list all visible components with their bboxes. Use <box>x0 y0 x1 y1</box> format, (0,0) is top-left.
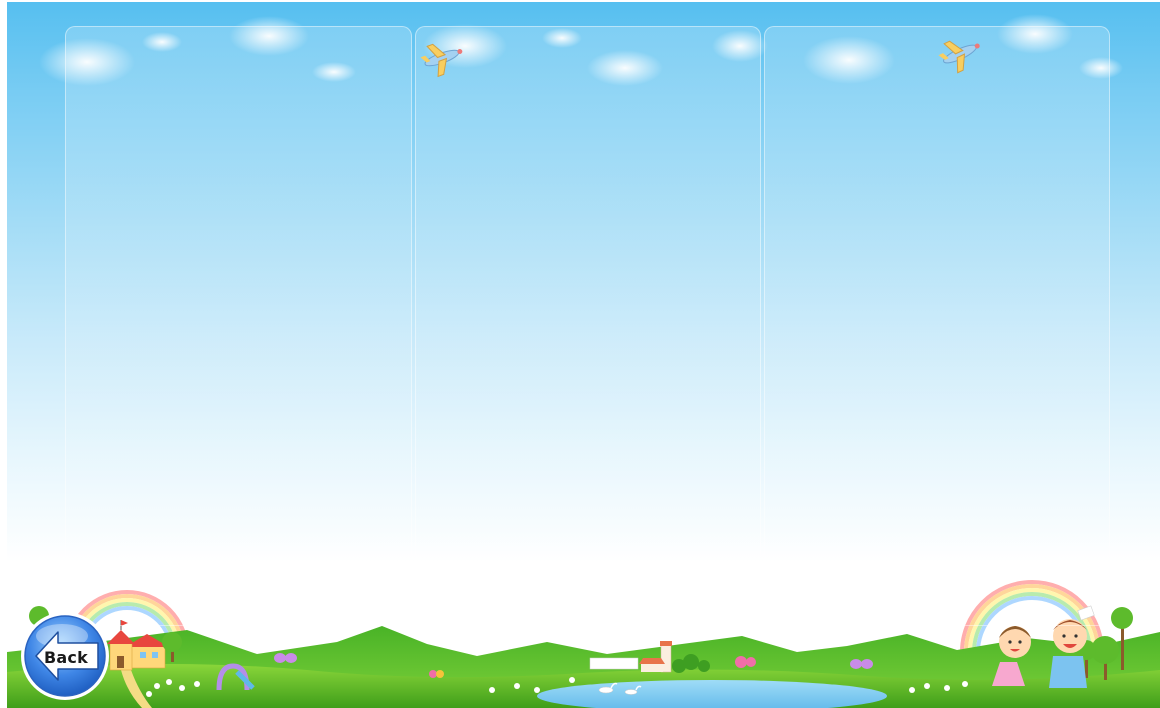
school-house-icon <box>107 620 169 671</box>
back-button[interactable]: Back <box>18 612 112 700</box>
back-button-graphic <box>21 612 109 700</box>
game-stage: Back <box>7 2 1160 708</box>
content-panel-left <box>65 26 412 626</box>
fence <box>589 657 639 670</box>
content-panel-right <box>764 26 1110 626</box>
content-panel-middle <box>415 26 761 626</box>
